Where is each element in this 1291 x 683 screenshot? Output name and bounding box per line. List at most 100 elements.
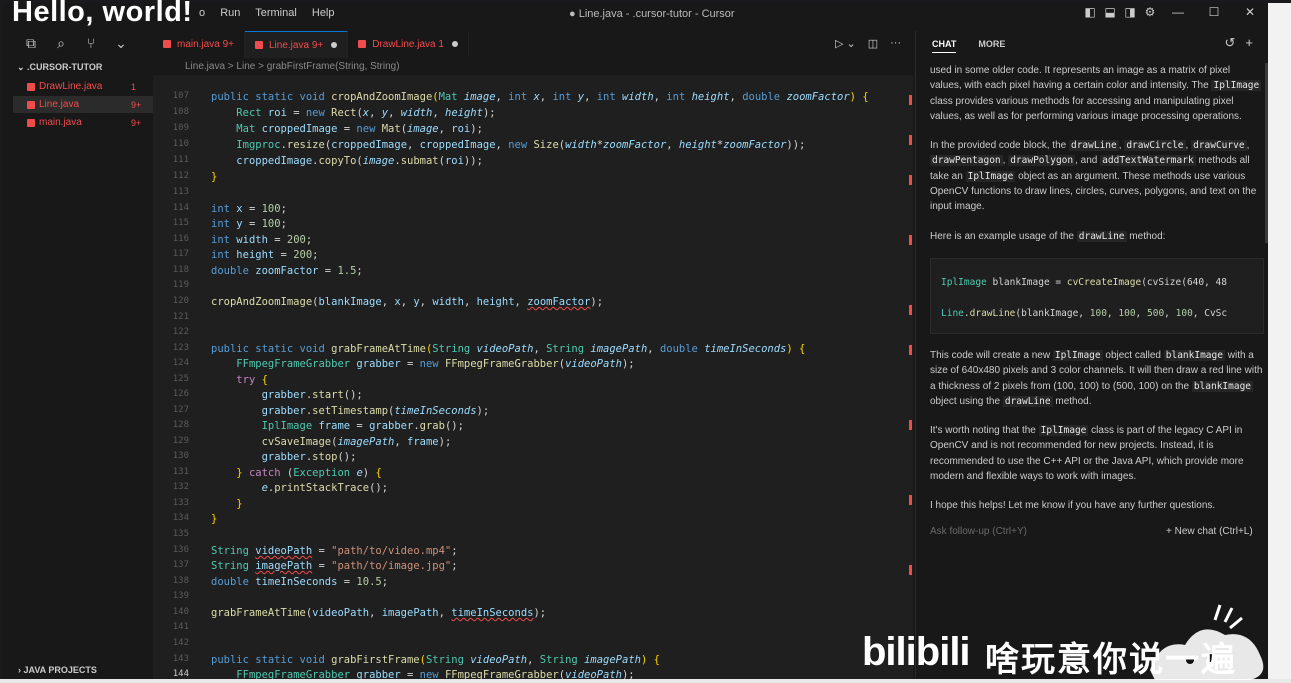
explorer-file-line[interactable]: Line.java 9+ [13,96,153,113]
code-line: 140 grabFrameAtTime(videoPath, imagePath,… [172,607,547,619]
toggle-panel-icon[interactable]: ⬓ [1100,5,1120,19]
error-marker [909,305,912,315]
chat-paragraph: This code will create a new IplImage obj… [930,349,1263,407]
chat-paragraph: It's worth noting that the IplImage clas… [930,425,1244,483]
code-line: 120 cropAndZoomImage(blankImage, x, y, wi… [172,296,604,308]
maximize-button[interactable]: ☐ [1196,5,1232,19]
outer-scrollbar-vertical[interactable] [1268,3,1291,679]
toggle-secondary-sidebar-icon[interactable]: ◨ [1120,5,1140,19]
code-line: 139 [172,591,189,601]
code-line: 142 [172,638,189,648]
java-file-icon [27,82,35,91]
window-title: ● Line.java - .cursor-tutor - Cursor [569,8,735,20]
split-editor-icon[interactable]: ◫ [868,37,878,50]
code-line: 143 public static void grabFirstFrame(Str… [172,654,660,666]
file-name: Line.java [39,99,80,110]
java-projects-label: JAVA PROJECTS [23,665,97,675]
chat-toolbar: ↺ + [1225,35,1254,51]
plus-icon[interactable]: + [1245,35,1253,51]
code-editor[interactable]: 107 public static void cropAndZoomImage(M… [153,75,913,679]
code-line: 114 int x = 100; [172,203,287,215]
code-line: 135 [172,529,189,539]
tab-line-java[interactable]: Line.java 9+ [245,31,349,58]
code-line: 144 FFmpegFrameGrabber grabber = new FFm… [172,669,635,679]
tab-drawline-java[interactable]: DrawLine.java 1 [348,31,469,57]
source-control-icon[interactable]: ⑂ [81,33,101,53]
new-chat-button[interactable]: + New chat (Ctrl+L) [1166,526,1253,537]
java-file-icon [27,100,35,109]
code-line: 132 e.printStackTrace(); [172,482,389,494]
code-line: 124 FFmpegFrameGrabber grabber = new FFm… [172,358,635,370]
chat-tabs: CHAT MORE [932,39,1005,53]
explorer-icon[interactable]: ⧉ [21,33,41,53]
code-line: 126 grabber.start(); [172,389,363,401]
file-name: DrawLine.java [39,81,103,92]
chat-panel: CHAT MORE ↺ + used in some older code. I… [915,31,1268,679]
file-name: main.java [39,117,82,128]
menu-item-run[interactable]: Run [220,7,240,19]
tab-more[interactable]: MORE [978,39,1005,53]
java-file-icon [27,118,35,127]
chat-followup-input[interactable]: Ask follow-up (Ctrl+Y) [930,526,1027,537]
code-line: 109 Mat croppedImage = new Mat(image, ro… [172,123,483,135]
unsaved-dot-icon[interactable] [451,41,458,47]
chat-paragraph: In the provided code block, the drawLine… [930,140,1257,213]
code-line: 122 [172,327,189,337]
more-actions-icon[interactable]: ··· [890,37,901,50]
menu-item-help[interactable]: Help [312,7,335,19]
minimize-button[interactable]: — [1160,5,1196,19]
code-line: 121 [172,312,189,322]
toggle-sidebar-icon[interactable]: ◧ [1080,5,1100,19]
code-line: 137 String imagePath = "path/to/image.jpg… [172,560,458,572]
code-line: 129 cvSaveImage(imagePath, frame); [172,436,452,448]
editor-tabs: main.java 9+ Line.java 9+ DrawLine.java … [153,31,913,58]
tab-main-java[interactable]: main.java 9+ [153,31,245,57]
error-marker [909,235,912,245]
unsaved-dot-icon[interactable] [331,42,338,48]
code-line: 136 String videoPath = "path/to/video.mp4… [172,545,458,557]
code-line: 108 Rect roi = new Rect(x, y, width, hei… [172,107,496,119]
tab-label: DrawLine.java [372,38,436,50]
search-icon[interactable]: ⌕ [51,33,71,53]
tab-badge: 9+ [222,38,234,50]
tab-label: Line.java [269,39,310,51]
code-line: 128 IplImage frame = grabber.grab(); [172,420,464,432]
tab-chat[interactable]: CHAT [932,39,957,53]
explorer-file-main[interactable]: main.java 9+ [13,114,153,131]
code-line: 110 Imgproc.resize(croppedImage, cropped… [172,139,806,151]
code-line: 115 int y = 100; [172,218,287,230]
problem-badge: 9+ [131,117,142,128]
chevron-down-icon[interactable]: ⌄ [111,33,131,53]
code-line: 125 try { [172,374,268,386]
chat-paragraph: Here is an example usage of the drawLine… [930,230,1166,242]
activity-bar: ⧉ ⌕ ⑂ ⌄ [21,33,131,53]
history-icon[interactable]: ↺ [1225,35,1236,51]
code-line: 134} [172,513,218,525]
explorer-panel: ⌄ .CURSOR-TUTOR DrawLine.java 1 Line.jav… [3,58,153,679]
menu-item-terminal[interactable]: Terminal [255,7,297,19]
java-file-icon [255,41,263,49]
error-marker [909,565,912,575]
code-line: 113 [172,187,189,197]
breadcrumb[interactable]: Line.java > Line > grabFirstFrame(String… [185,61,400,72]
chat-code-block[interactable]: IplImage blankImage = cvCreateImage(cvSi… [930,257,1264,334]
code-line: 118 double zoomFactor = 1.5; [172,265,363,277]
code-line: 138 double timeInSeconds = 10.5; [172,576,389,588]
explorer-root[interactable]: ⌄ .CURSOR-TUTOR [17,62,102,73]
overlay-hello-text: Hello, world! [12,0,193,28]
chat-paragraph: I hope this helps! Let me know if you ha… [930,500,1216,512]
error-marker [909,95,912,105]
bilibili-logo: bilibili [862,630,971,674]
java-file-icon [358,40,367,48]
code-line: 131 } catch (Exception e) { [172,467,382,479]
run-icon[interactable]: ▷ ⌄ [835,37,856,50]
tab-badge: 1 [438,38,444,50]
java-projects-section[interactable]: › JAVA PROJECTS [18,665,97,675]
close-button[interactable]: ✕ [1232,5,1268,19]
gear-icon[interactable]: ⚙ [1140,5,1160,19]
explorer-file-drawline[interactable]: DrawLine.java 1 [13,78,153,95]
menu-item-go[interactable]: o [199,7,205,19]
plus-icon: + [1166,526,1175,537]
menu-bar: o Run Terminal Help [199,7,347,19]
code-line: 107 public static void cropAndZoomImage(M… [172,91,869,103]
